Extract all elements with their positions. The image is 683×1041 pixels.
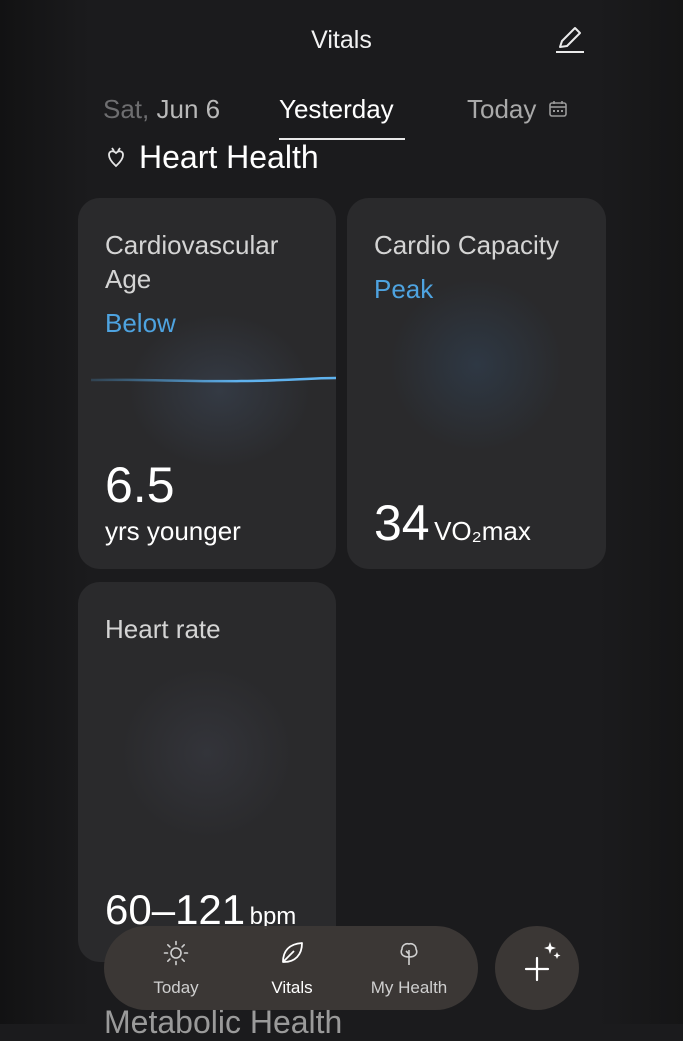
- nav-item-my-health[interactable]: My Health: [354, 926, 464, 1010]
- card-heart-rate[interactable]: Heart rate 60–121 bpm: [78, 582, 336, 962]
- bottom-nav: Today Vitals My Health: [104, 926, 478, 1010]
- card-cardiovascular-age[interactable]: Cardiovascular Age Below 6.5 yrs younger: [78, 198, 336, 569]
- card-value-group: 34 VO₂max: [374, 494, 531, 552]
- nav-label: My Health: [370, 978, 448, 997]
- nav-label: Today: [153, 978, 199, 997]
- card-title: Cardio Capacity: [374, 230, 559, 260]
- tab-previous-weekday: Sat,: [103, 94, 150, 124]
- card-title: Heart rate: [105, 614, 221, 644]
- nav-label: Vitals: [271, 978, 313, 997]
- card-value: 6.5: [105, 457, 175, 513]
- tab-previous-date: Jun 6: [156, 94, 221, 124]
- background-edge-left: [0, 0, 90, 1024]
- tab-previous-day[interactable]: Sat, Jun 6: [103, 94, 220, 125]
- card-status: Below: [105, 308, 176, 338]
- nav-item-today[interactable]: Today: [124, 926, 228, 1010]
- card-value: 34: [374, 495, 430, 551]
- heart-health-icon: [108, 147, 124, 168]
- tab-today[interactable]: Today: [467, 94, 536, 125]
- card-unit: VO₂max: [434, 516, 531, 546]
- section-title-heart-health: Heart Health: [139, 139, 319, 175]
- trend-line: [91, 376, 336, 383]
- card-unit: yrs younger: [105, 516, 241, 546]
- background-edge-right: [598, 0, 683, 1024]
- leaf-icon: [282, 942, 303, 963]
- pencil-icon: [556, 27, 584, 53]
- add-button[interactable]: [495, 926, 579, 1010]
- card-cardio-capacity[interactable]: Cardio Capacity Peak 34 VO₂max: [347, 198, 606, 569]
- card-title: Cardiovascular Age: [105, 230, 279, 294]
- edit-button[interactable]: [553, 22, 587, 56]
- calendar-icon[interactable]: [548, 99, 568, 119]
- card-status: Peak: [374, 274, 434, 304]
- add-sparkle-icon: [524, 942, 561, 982]
- nav-item-vitals[interactable]: Vitals: [240, 926, 344, 1010]
- tab-yesterday[interactable]: Yesterday: [279, 94, 394, 125]
- sun-icon: [163, 940, 189, 966]
- tree-icon: [400, 942, 418, 965]
